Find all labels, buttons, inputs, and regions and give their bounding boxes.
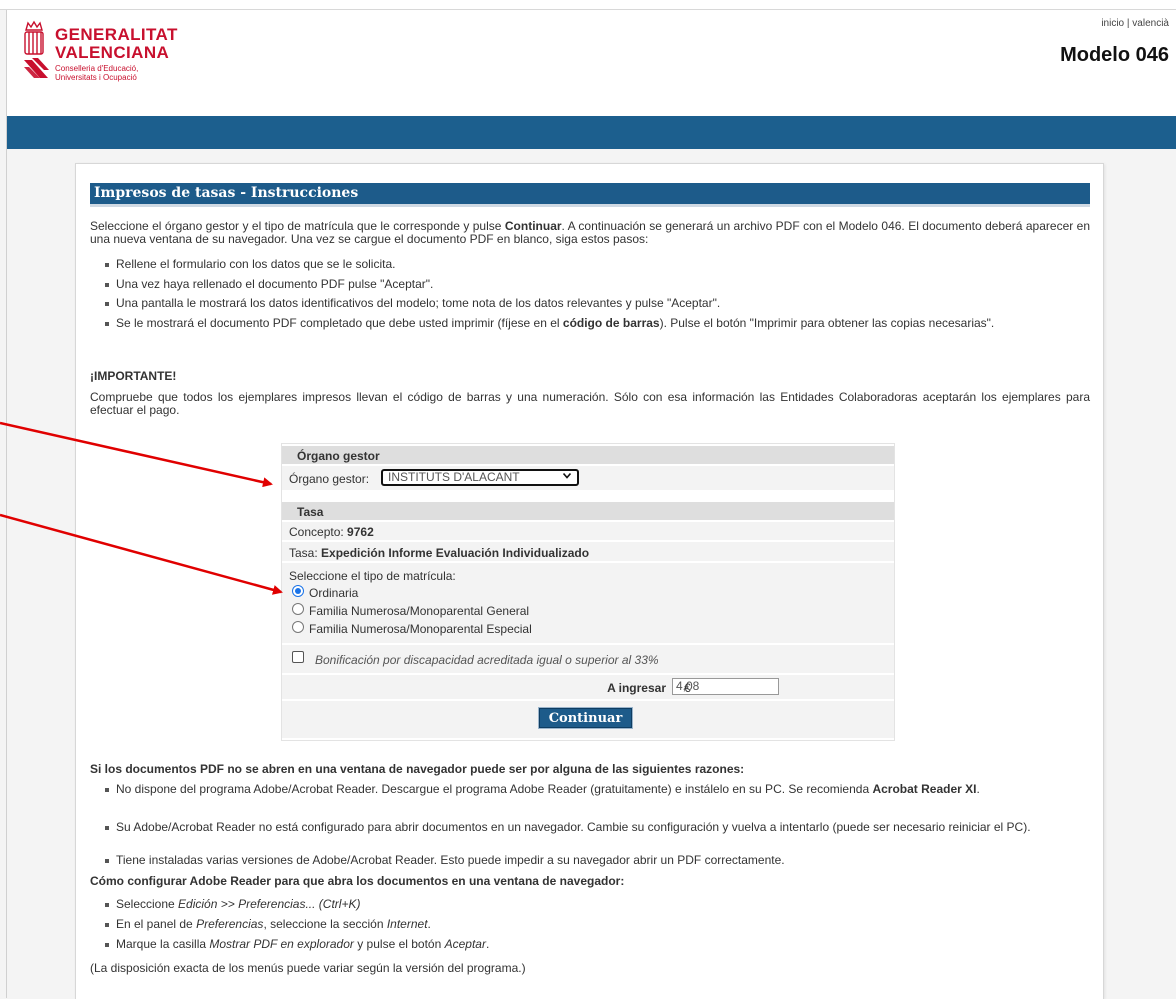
arrow-to-matricula-radio (0, 513, 283, 595)
arrow-to-organo-select (0, 421, 273, 488)
annotation-arrows (0, 421, 283, 595)
